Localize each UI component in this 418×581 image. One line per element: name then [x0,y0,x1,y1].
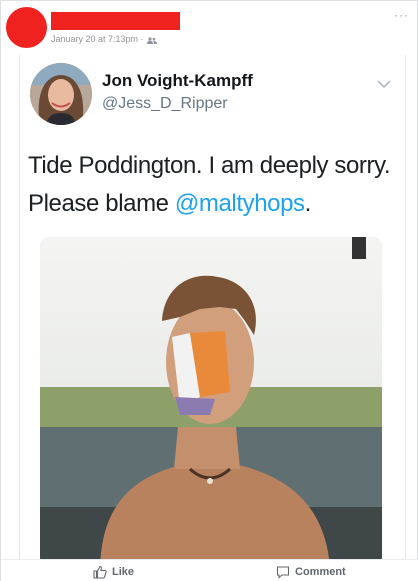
tweet-handle[interactable]: @Jess_D_Ripper [102,95,228,113]
friends-icon[interactable] [147,36,158,45]
post-meta: January 20 at 7:13pm · [51,34,158,45]
thumbs-up-icon [93,565,107,579]
comment-button[interactable]: Comment [276,564,346,580]
redacted-avatar[interactable] [6,7,47,48]
comment-label: Comment [295,566,346,578]
embedded-tweet: Jon Voight-Kampff @Jess_D_Ripper Tide Po… [19,55,406,559]
like-button[interactable]: Like [93,564,134,580]
facebook-post: January 20 at 7:13pm · ··· Jon Voight-Ka… [0,0,418,581]
post-header: January 20 at 7:13pm · ··· [1,1,418,57]
tweet-mention-link[interactable]: @maltyhops [175,190,305,217]
comment-icon [276,566,290,579]
tweet-photo[interactable] [40,237,382,559]
tweet-text: Tide Poddington. I am deeply sorry. Plea… [28,147,400,223]
tweet-display-name[interactable]: Jon Voight-Kampff [102,71,253,91]
post-actions-bar: Like Comment [1,559,418,581]
more-options-icon[interactable]: ··· [394,9,409,21]
chevron-down-icon[interactable] [377,79,391,89]
redacted-author-name[interactable] [51,12,180,30]
post-timestamp[interactable]: January 20 at 7:13pm · [51,34,146,44]
like-label: Like [112,566,135,578]
tweet-text-end: . [304,190,312,217]
tweet-avatar[interactable] [30,63,92,125]
